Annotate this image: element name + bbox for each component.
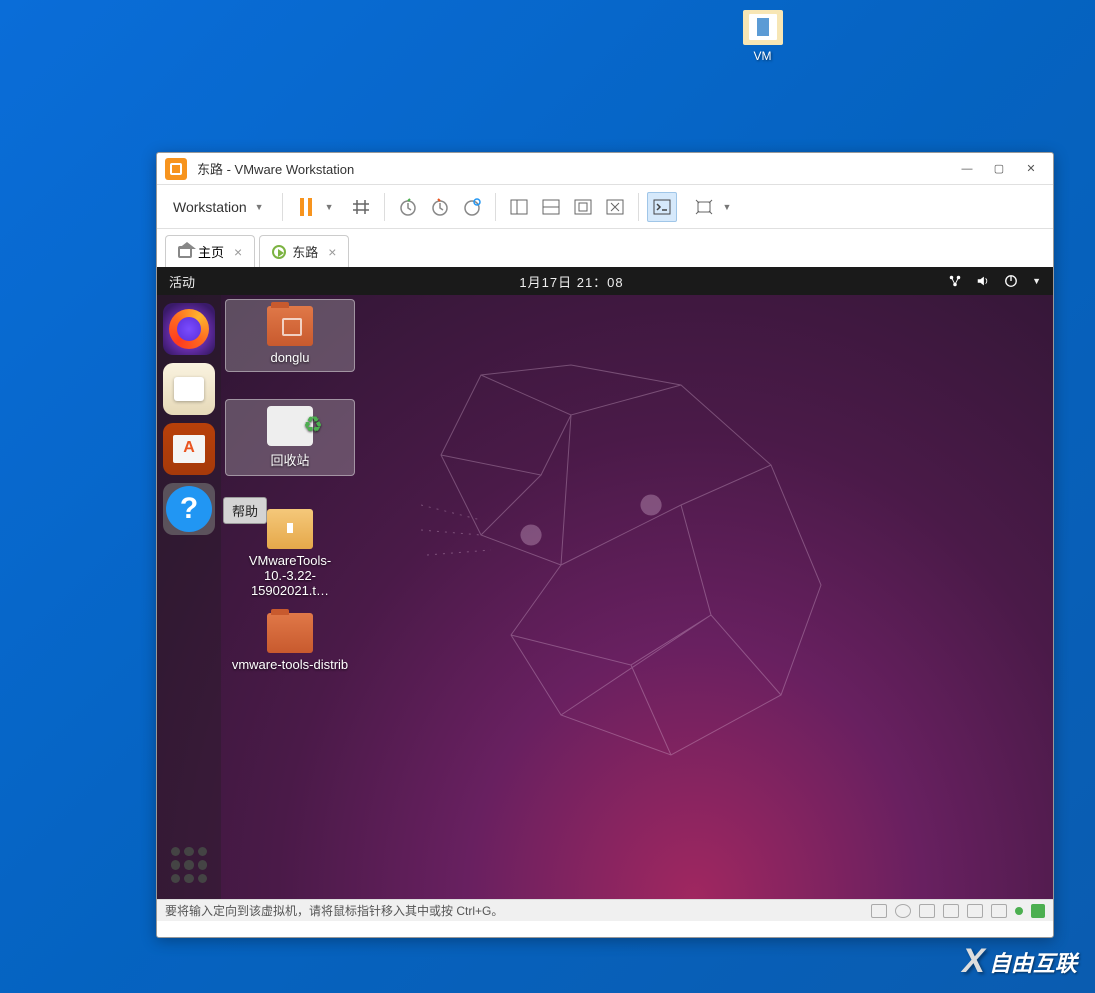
dock-firefox[interactable] xyxy=(163,303,215,355)
hard-drive-icon[interactable] xyxy=(871,904,887,918)
cd-rom-icon[interactable] xyxy=(895,904,911,918)
toolbar: Workstation ▼ ▼ ▼ xyxy=(157,185,1053,229)
view-unity-button[interactable] xyxy=(600,192,630,222)
dock-software[interactable] xyxy=(163,423,215,475)
window-controls: — ▢ ✕ xyxy=(953,158,1045,180)
status-icons xyxy=(871,904,1045,918)
vmware-window: 东路 - VMware Workstation — ▢ ✕ Workstatio… xyxy=(156,152,1054,938)
close-button[interactable]: ✕ xyxy=(1017,158,1045,180)
tab-label: 东路 xyxy=(292,242,318,261)
tab-vm[interactable]: 东路 × xyxy=(259,235,349,267)
watermark-text: 自由互联 xyxy=(989,946,1077,978)
desktop-item-label: 回收站 xyxy=(232,450,348,469)
firefox-icon xyxy=(169,309,209,349)
dock-files[interactable] xyxy=(163,363,215,415)
chevron-down-icon: ▼ xyxy=(255,202,264,212)
folder-icon xyxy=(743,10,783,45)
view-single-button[interactable] xyxy=(504,192,534,222)
console-view-button[interactable] xyxy=(647,192,677,222)
chevron-down-icon[interactable]: ▼ xyxy=(325,202,334,212)
archive-icon xyxy=(267,509,313,549)
system-tray[interactable]: ▼ xyxy=(948,274,1041,288)
tab-home[interactable]: 主页 × xyxy=(165,235,255,267)
tab-close-icon[interactable]: × xyxy=(234,244,242,260)
network-icon xyxy=(948,274,962,288)
desktop-item-label: vmware-tools-distrib xyxy=(231,657,349,672)
desktop-folder-vmware-tools-distrib[interactable]: vmware-tools-distrib xyxy=(225,607,355,678)
dock-help[interactable]: 帮助 xyxy=(163,483,215,535)
software-icon xyxy=(173,435,205,463)
display-icon[interactable] xyxy=(991,904,1007,918)
maximize-button[interactable]: ▢ xyxy=(985,158,1013,180)
home-icon xyxy=(178,246,192,258)
network-adapter-icon[interactable] xyxy=(919,904,935,918)
printer-icon[interactable] xyxy=(943,904,959,918)
help-icon xyxy=(166,486,212,532)
chevron-down-icon[interactable]: ▼ xyxy=(723,202,732,212)
window-title: 东路 - VMware Workstation xyxy=(197,159,953,178)
watermark-logo-icon: X xyxy=(962,942,985,981)
workstation-menu[interactable]: Workstation ▼ xyxy=(163,193,274,221)
toolbar-divider xyxy=(282,193,283,221)
clock[interactable]: 1月17日 21：08 xyxy=(195,272,948,291)
tabs: 主页 × 东路 × xyxy=(157,229,1053,267)
ubuntu-wallpaper-art xyxy=(421,355,851,775)
send-ctrl-alt-del-button[interactable] xyxy=(346,192,376,222)
home-folder-icon xyxy=(267,306,313,346)
view-fullscreen-button[interactable] xyxy=(568,192,598,222)
volume-icon xyxy=(976,274,990,288)
desktop-item-label: VMwareTools-10.-3.22-15902021.t… xyxy=(231,553,349,598)
watermark: X 自由互联 xyxy=(962,942,1077,981)
desktop-folder-label: VM xyxy=(725,49,800,63)
dock: 帮助 xyxy=(157,295,221,899)
stretch-button[interactable] xyxy=(689,192,719,222)
snapshot-button[interactable] xyxy=(393,192,423,222)
tab-close-icon[interactable]: × xyxy=(328,244,336,260)
dock-show-apps[interactable] xyxy=(163,839,215,891)
tab-label: 主页 xyxy=(198,242,224,261)
title-bar: 东路 - VMware Workstation — ▢ ✕ xyxy=(157,153,1053,185)
status-dot-icon xyxy=(1015,907,1023,915)
ubuntu-body: 帮助 xyxy=(157,295,1053,899)
pause-button[interactable] xyxy=(291,192,321,222)
apps-grid-icon xyxy=(171,847,207,883)
minimize-button[interactable]: — xyxy=(953,158,981,180)
guest-display[interactable]: 活动 1月17日 21：08 ▼ 帮助 xyxy=(157,267,1053,899)
trash-icon xyxy=(267,406,313,446)
desktop-trash[interactable]: 回收站 xyxy=(225,399,355,476)
view-split-button[interactable] xyxy=(536,192,566,222)
vm-running-icon xyxy=(272,245,286,259)
message-indicator-icon[interactable] xyxy=(1031,904,1045,918)
sound-icon[interactable] xyxy=(967,904,983,918)
power-icon xyxy=(1004,274,1018,288)
workstation-menu-label: Workstation xyxy=(173,199,247,215)
desktop-home-folder[interactable]: donglu xyxy=(225,299,355,372)
ubuntu-desktop[interactable]: donglu 回收站 VMwareTools-10.-3.22-15902021… xyxy=(221,295,1053,899)
status-bar: 要将输入定向到该虚拟机，请将鼠标指针移入其中或按 Ctrl+G。 xyxy=(157,899,1053,921)
vmware-logo-icon xyxy=(165,158,187,180)
desktop-folder-vm[interactable]: VM xyxy=(725,10,800,63)
tooltip: 帮助 xyxy=(223,497,267,524)
status-hint: 要将输入定向到该虚拟机，请将鼠标指针移入其中或按 Ctrl+G。 xyxy=(165,902,871,919)
ubuntu-topbar: 活动 1月17日 21：08 ▼ xyxy=(157,267,1053,295)
desktop-item-label: donglu xyxy=(232,350,348,365)
activities-button[interactable]: 活动 xyxy=(169,272,195,291)
files-icon xyxy=(174,377,204,401)
chevron-down-icon: ▼ xyxy=(1032,276,1041,286)
snapshot-revert-button[interactable] xyxy=(425,192,455,222)
snapshot-manager-button[interactable] xyxy=(457,192,487,222)
folder-icon xyxy=(267,613,313,653)
